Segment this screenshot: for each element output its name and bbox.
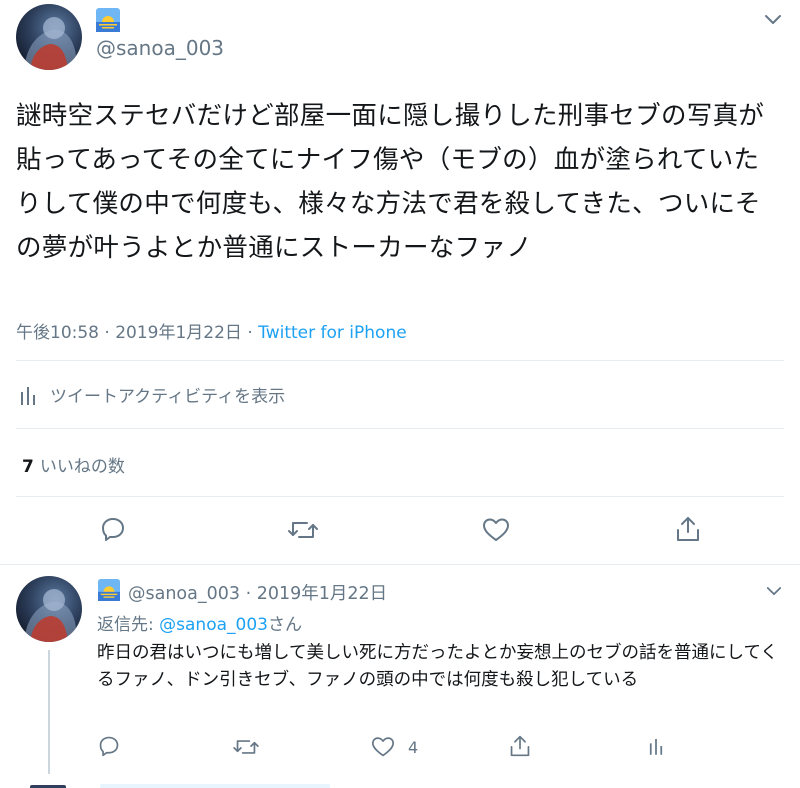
sunrise-emoji-icon — [96, 8, 120, 32]
reply-like-count: 4 — [408, 738, 419, 757]
divider — [16, 360, 784, 361]
tweet-activity-label: ツイートアクティビティを表示 — [50, 387, 286, 407]
tweet-meta: 午後10:58 · 2019年1月22日 · Twitter for iPhon… — [16, 318, 407, 343]
chevron-down-icon[interactable] — [766, 586, 782, 597]
reply-to-suffix: さん — [267, 615, 302, 635]
chevron-down-icon[interactable] — [764, 14, 782, 26]
reply-avatar[interactable] — [16, 576, 82, 642]
retweet-icon[interactable] — [287, 517, 319, 543]
tweet-source-link[interactable]: Twitter for iPhone — [258, 323, 407, 343]
reply-to-prefix: 返信先: — [97, 615, 160, 635]
divider — [0, 564, 800, 565]
sunrise-emoji-icon — [98, 579, 120, 601]
tweet-activity-link[interactable]: ツイートアクティビティを表示 — [20, 382, 285, 407]
divider — [16, 428, 784, 429]
like-icon[interactable] — [482, 517, 510, 543]
reply-to-mention[interactable]: @sanoa_003 — [159, 615, 268, 635]
share-icon[interactable] — [675, 515, 701, 543]
tweet-timestamp[interactable]: 午後10:58 · 2019年1月22日 · — [16, 323, 258, 343]
like-icon[interactable] — [371, 736, 395, 758]
likes-count-link[interactable]: 7 いいねの数 — [22, 452, 125, 477]
thread-line — [48, 650, 50, 774]
author-handle[interactable]: @sanoa_003 — [96, 36, 224, 60]
analytics-icon — [20, 385, 36, 405]
reply-icon[interactable] — [100, 516, 126, 542]
avatar[interactable] — [16, 4, 82, 70]
reply-icon[interactable] — [98, 735, 120, 757]
analytics-icon[interactable] — [649, 736, 663, 756]
tweet-text: 謎時空ステセバだけど部屋一面に隠し撮りした刑事セブの写真が貼ってあってその全てに… — [16, 101, 765, 263]
reply-author-handle-date[interactable]: @sanoa_003 · 2019年1月22日 — [128, 580, 387, 605]
reply-to-line: 返信先: @sanoa_003さん — [97, 610, 302, 635]
reply-text: 昨日の君はいつにも増して美しい死に方だったよとか妄想上のセブの話を普通にしてくる… — [97, 643, 778, 690]
likes-label: いいねの数 — [39, 457, 125, 477]
next-item-partial — [100, 784, 330, 788]
likes-count: 7 — [22, 457, 34, 477]
divider — [16, 496, 784, 497]
share-icon[interactable] — [509, 734, 531, 758]
retweet-icon[interactable] — [232, 736, 260, 758]
